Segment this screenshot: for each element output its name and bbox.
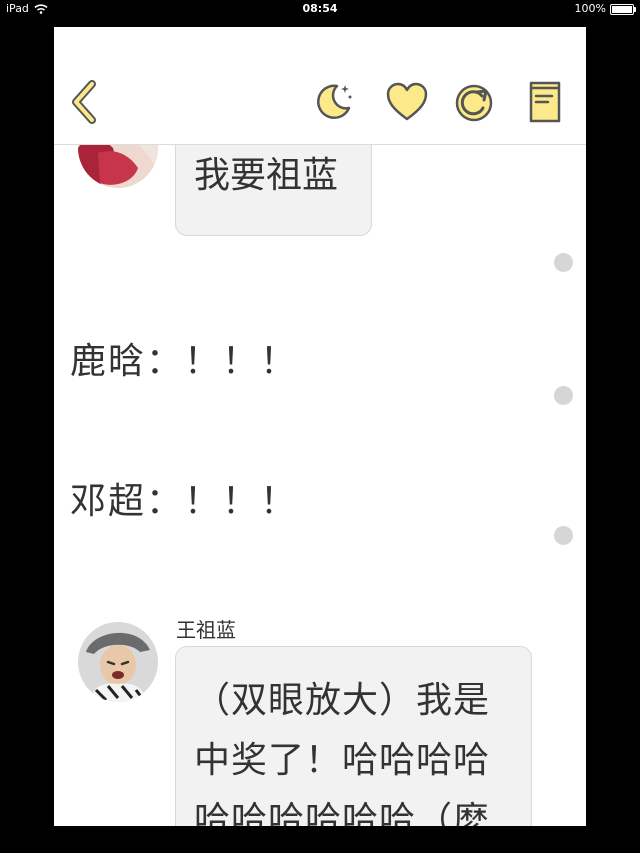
avatar[interactable]	[78, 622, 158, 702]
chat-content: 我要祖蓝 鹿晗：！！！ 邓超：！！！ 王祖蓝 （双眼放大）我是中奖了！哈哈哈哈哈…	[54, 108, 586, 826]
reader-app: 我要祖蓝 鹿晗：！！！ 邓超：！！！ 王祖蓝 （双眼放大）我是中奖了！哈哈哈哈哈…	[54, 27, 586, 826]
heart-icon	[386, 82, 428, 121]
comment-dot[interactable]	[554, 526, 573, 545]
refresh-button[interactable]	[451, 79, 497, 125]
chevron-left-icon	[72, 80, 96, 124]
narration-line: 邓超：！！！	[70, 481, 299, 522]
battery-icon	[610, 3, 636, 15]
avatar-photo	[78, 622, 158, 702]
like-button[interactable]	[384, 79, 430, 125]
narration-line: 鹿晗：！！！	[70, 341, 299, 382]
comment-dot[interactable]	[554, 386, 573, 405]
message-bubble[interactable]: （双眼放大）我是中奖了！哈哈哈哈哈哈哈哈哈哈（麽	[175, 646, 532, 826]
clock: 08:54	[302, 2, 338, 15]
night-mode-button[interactable]	[310, 79, 356, 125]
comment-dot[interactable]	[554, 253, 573, 272]
battery-percent: 100%	[574, 2, 606, 15]
book-icon	[529, 81, 561, 123]
top-toolbar	[54, 27, 586, 145]
status-right: 100%	[574, 0, 636, 18]
moon-icon	[317, 84, 352, 119]
back-button[interactable]	[62, 79, 108, 125]
chapters-button[interactable]	[522, 79, 568, 125]
sender-name: 王祖蓝	[176, 618, 236, 642]
refresh-icon	[455, 84, 493, 122]
message-text: （双眼放大）我是中奖了！哈哈哈哈哈哈哈哈哈哈（麽	[194, 680, 491, 826]
message-text: 我要祖蓝	[194, 155, 339, 196]
status-bar: iPad 08:54 100%	[0, 0, 640, 18]
